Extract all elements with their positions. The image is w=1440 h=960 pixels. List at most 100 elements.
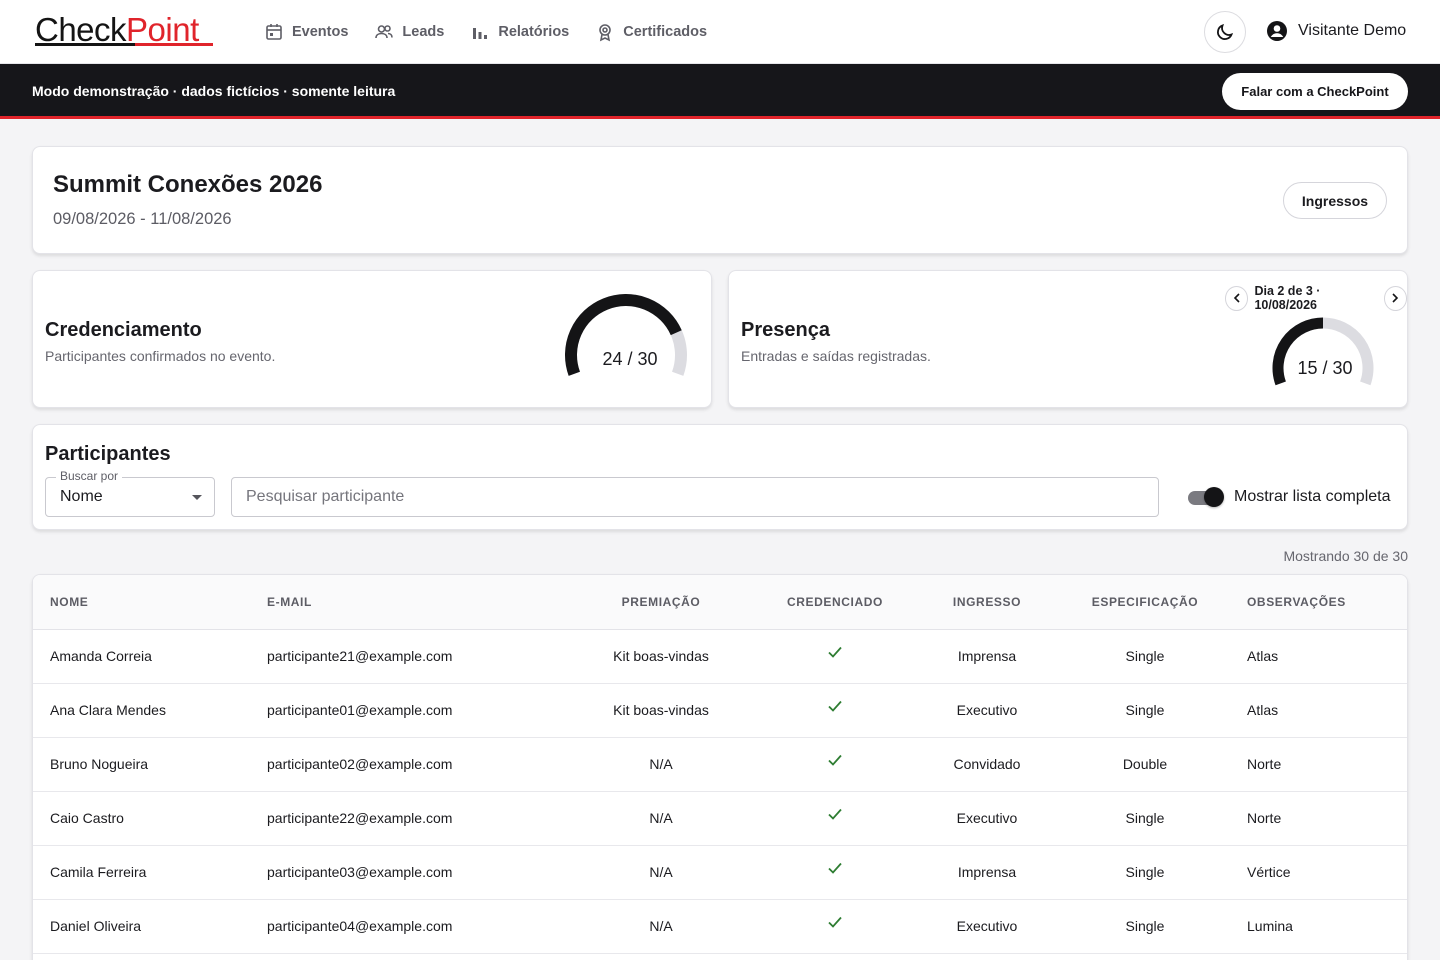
- cell-ingresso: Executivo: [914, 899, 1060, 954]
- credenciamento-gauge: [565, 294, 687, 376]
- cell-email: participante02@example.com: [250, 737, 566, 792]
- cell-especificacao: Single: [1060, 629, 1230, 684]
- user-name: Visitante Demo: [1298, 22, 1407, 39]
- nav-eventos[interactable]: Eventos: [264, 20, 348, 44]
- cell-observacoes: Lumina: [1230, 899, 1407, 954]
- contact-checkpoint-button[interactable]: Falar com a CheckPoint: [1222, 73, 1408, 110]
- check-icon: [828, 862, 842, 874]
- credenciamento-card: Credenciamento Participantes confirmados…: [32, 270, 712, 408]
- cell-credenciado: [756, 791, 914, 846]
- nav-relatorios[interactable]: Relatórios: [470, 20, 569, 44]
- search-by-select[interactable]: Buscar por Nome: [45, 469, 215, 517]
- participants-title: Participantes: [45, 443, 171, 465]
- cell-nome: Amanda Correia: [33, 629, 250, 684]
- cell-email: participante22@example.com: [250, 791, 566, 846]
- presenca-gauge: [1272, 317, 1374, 386]
- col-ingresso[interactable]: Ingresso: [914, 575, 1060, 630]
- user-circle-icon: [1267, 21, 1287, 41]
- next-day-button[interactable]: [1383, 285, 1408, 311]
- top-navbar: CheckPoint Eventos Leads Relatórios Cert…: [0, 0, 1440, 64]
- col-especificacao[interactable]: Especificação: [1060, 575, 1230, 630]
- cell-observacoes: Norte: [1230, 737, 1407, 792]
- cell-especificacao: Single: [1060, 845, 1230, 900]
- logo-underline: [35, 43, 213, 46]
- cell-ingresso: Convidado: [914, 737, 1060, 792]
- moon-icon: [1217, 23, 1234, 40]
- user-menu[interactable]: Visitante Demo: [1266, 20, 1406, 42]
- participants-filter-card: Participantes Buscar por Nome Mostrar li…: [32, 424, 1408, 530]
- chevron-left-icon: [1233, 293, 1240, 303]
- search-by-value: Nome: [60, 488, 103, 505]
- award-icon: [599, 24, 612, 42]
- check-icon: [828, 646, 842, 658]
- table-row[interactable]: Ana Clara Mendes participante01@example.…: [33, 683, 1407, 738]
- check-icon: [828, 916, 842, 928]
- cell-credenciado: [756, 737, 914, 792]
- chevron-right-icon: [1392, 293, 1399, 303]
- tickets-button[interactable]: Ingressos: [1283, 182, 1387, 219]
- cell-premiacao: Kit boas-vindas: [566, 629, 756, 684]
- col-email[interactable]: E-mail: [250, 575, 566, 630]
- search-participant-input[interactable]: [231, 477, 1159, 517]
- calendar-icon: [266, 24, 282, 40]
- cell-premiacao: N/A: [566, 899, 756, 954]
- cell-premiacao: N/A: [566, 791, 756, 846]
- cell-ingresso: Executivo: [914, 791, 1060, 846]
- cell-email: participante01@example.com: [250, 683, 566, 738]
- check-icon: [828, 808, 842, 820]
- credenciamento-subtitle: Participantes confirmados no evento.: [45, 348, 276, 364]
- toggle-thumb: [1204, 487, 1224, 507]
- users-icon: [375, 25, 394, 39]
- previous-day-button[interactable]: [1225, 285, 1249, 311]
- cell-email: participante04@example.com: [250, 899, 566, 954]
- table-row[interactable]: Caio Castro participante22@example.com N…: [33, 791, 1407, 846]
- show-full-list-toggle[interactable]: [1185, 486, 1225, 508]
- nav-eventos-label: Eventos: [292, 24, 349, 40]
- caret-down-icon: [192, 495, 202, 500]
- nav-leads[interactable]: Leads: [374, 20, 444, 44]
- col-premiacao[interactable]: Premiação: [566, 575, 756, 630]
- cell-especificacao: Single: [1060, 899, 1230, 954]
- cell-observacoes: Atlas: [1230, 683, 1407, 738]
- cell-credenciado: [756, 629, 914, 684]
- cell-email: participante03@example.com: [250, 845, 566, 900]
- cell-ingresso: Imprensa: [914, 845, 1060, 900]
- table-row[interactable]: Daniel Oliveira participante04@example.c…: [33, 899, 1407, 954]
- table-row[interactable]: Camila Ferreira participante03@example.c…: [33, 845, 1407, 900]
- table-row[interactable]: Amanda Correia participante21@example.co…: [33, 629, 1407, 684]
- cell-nome: Camila Ferreira: [33, 845, 250, 900]
- cell-observacoes: Norte: [1230, 791, 1407, 846]
- bar-chart-icon: [473, 28, 488, 39]
- col-observacoes[interactable]: Observações: [1230, 575, 1407, 630]
- cell-nome: Bruno Nogueira: [33, 737, 250, 792]
- day-label: Dia 2 de 3 · 10/08/2026: [1254, 284, 1321, 312]
- col-credenciado[interactable]: Credenciado: [756, 575, 914, 630]
- cell-premiacao: Kit boas-vindas: [566, 683, 756, 738]
- cell-credenciado: [756, 683, 914, 738]
- cell-credenciado: [756, 899, 914, 954]
- nav-certificados[interactable]: Certificados: [595, 20, 707, 44]
- cell-nome: Ana Clara Mendes: [33, 683, 250, 738]
- cell-nome: Caio Castro: [33, 791, 250, 846]
- search-by-label: Buscar por: [56, 469, 123, 483]
- col-nome[interactable]: Nome: [33, 575, 250, 630]
- participants-table: Nome E-mail Premiação Credenciado Ingres…: [33, 575, 1407, 954]
- main-nav: Eventos Leads Relatórios Certificados: [264, 20, 707, 44]
- demo-banner: Modo demonstração · dados fictícios · so…: [0, 64, 1440, 119]
- event-dates: 09/08/2026 - 11/08/2026: [53, 210, 232, 228]
- presenca-subtitle: Entradas e saídas registradas.: [741, 348, 931, 364]
- nav-certificados-label: Certificados: [623, 24, 708, 40]
- credenciamento-title: Credenciamento: [45, 319, 202, 341]
- event-header-card: Summit Conexões 2026 09/08/2026 - 11/08/…: [32, 146, 1408, 254]
- nav-leads-label: Leads: [402, 24, 445, 40]
- show-full-list-label: Mostrar lista completa: [1234, 488, 1391, 505]
- cell-email: participante21@example.com: [250, 629, 566, 684]
- table-row[interactable]: Bruno Nogueira participante02@example.co…: [33, 737, 1407, 792]
- check-icon: [828, 700, 842, 712]
- cell-especificacao: Single: [1060, 791, 1230, 846]
- participants-table-card: Nome E-mail Premiação Credenciado Ingres…: [32, 574, 1408, 960]
- table-header-row: Nome E-mail Premiação Credenciado Ingres…: [33, 575, 1407, 630]
- theme-toggle-button[interactable]: [1204, 11, 1246, 53]
- cell-nome: Daniel Oliveira: [33, 899, 250, 954]
- presenca-card: Dia 2 de 3 · 10/08/2026 Presença Entrada…: [728, 270, 1408, 408]
